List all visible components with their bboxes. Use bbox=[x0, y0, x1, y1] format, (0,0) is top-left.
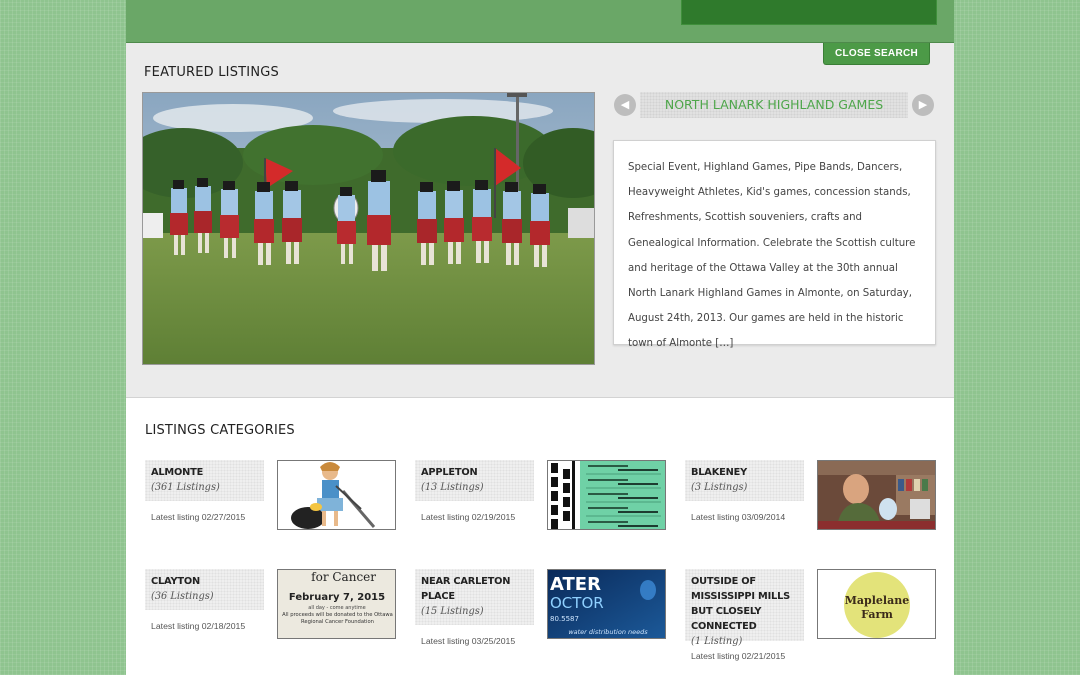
featured-listings-section: CLOSE SEARCH FEATURED LISTINGS ◀ NORTH L… bbox=[126, 43, 954, 398]
category-name[interactable]: NEAR CARLETON PLACE bbox=[421, 574, 528, 604]
category-latest-date: Latest listing 02/27/2015 bbox=[151, 512, 246, 522]
category-thumb-appleton[interactable] bbox=[547, 460, 666, 530]
category-latest-date: Latest listing 03/09/2014 bbox=[691, 512, 786, 522]
category-label-clayton[interactable]: CLAYTON (36 Listings) bbox=[145, 569, 264, 610]
featured-section-title: FEATURED LISTINGS bbox=[144, 65, 279, 80]
water-doctor-image: ATER OCTOR 80.5587 water distribution ne… bbox=[548, 570, 665, 638]
thumb-text-cancer-sub: all day - come anytime bbox=[308, 605, 365, 611]
header-bar bbox=[126, 0, 954, 43]
search-panel[interactable] bbox=[681, 0, 937, 25]
category-count: (3 Listings) bbox=[691, 482, 748, 493]
category-name[interactable]: OUTSIDE OF MISSISSIPPI MILLS BUT CLOSELY… bbox=[691, 574, 798, 634]
category-count: (1 Listing) bbox=[691, 636, 743, 647]
category-latest-date: Latest listing 02/18/2015 bbox=[151, 621, 246, 631]
category-thumb-blakeney[interactable] bbox=[817, 460, 936, 530]
page-container: CLOSE SEARCH FEATURED LISTINGS ◀ NORTH L… bbox=[126, 0, 954, 675]
category-latest-date: Latest listing 03/25/2015 bbox=[421, 636, 516, 646]
previous-listing-button[interactable]: ◀ bbox=[614, 94, 636, 116]
concert-schedule-image bbox=[548, 461, 665, 529]
category-thumb-clayton[interactable]: for Cancer February 7, 2015 all day - co… bbox=[277, 569, 396, 639]
category-count: (361 Listings) bbox=[151, 482, 220, 493]
featured-listing-photo[interactable] bbox=[142, 92, 595, 365]
thumb-text-water-1: ATER bbox=[550, 574, 601, 595]
cancer-fundraiser-image: for Cancer February 7, 2015 all day - co… bbox=[278, 570, 395, 638]
category-latest-date: Latest listing 02/19/2015 bbox=[421, 512, 516, 522]
featured-listing-title[interactable]: NORTH LANARK HIGHLAND GAMES bbox=[640, 92, 908, 118]
thumb-text-maple-2: Farm bbox=[861, 608, 893, 621]
category-thumb-outside-mississippi-mills[interactable]: Maplelane Farm bbox=[817, 569, 936, 639]
category-thumb-almonte[interactable] bbox=[277, 460, 396, 530]
thumb-text-water-2: OCTOR bbox=[550, 594, 604, 612]
category-thumb-near-carleton-place[interactable]: ATER OCTOR 80.5587 water distribution ne… bbox=[547, 569, 666, 639]
category-label-blakeney[interactable]: BLAKENEY (3 Listings) bbox=[685, 460, 804, 501]
category-count: (13 Listings) bbox=[421, 482, 484, 493]
thumb-text-cancer-note: All proceeds will be donated to the Otta… bbox=[282, 612, 393, 625]
close-search-button[interactable]: CLOSE SEARCH bbox=[823, 43, 930, 65]
description-text: Special Event, Highland Games, Pipe Band… bbox=[628, 162, 916, 350]
category-label-outside-mississippi-mills[interactable]: OUTSIDE OF MISSISSIPPI MILLS BUT CLOSELY… bbox=[685, 569, 804, 647]
category-latest-date: Latest listing 02/21/2015 bbox=[691, 651, 786, 661]
thumb-text-cancer-date: February 7, 2015 bbox=[289, 592, 385, 603]
cartoon-image bbox=[278, 461, 395, 529]
thumb-text-maple-1: Maplelane bbox=[845, 594, 909, 607]
category-name[interactable]: APPLETON bbox=[421, 465, 528, 480]
chevron-left-icon: ◀ bbox=[620, 99, 630, 111]
category-count: (36 Listings) bbox=[151, 591, 214, 602]
category-name[interactable]: CLAYTON bbox=[151, 574, 258, 589]
categories-section-title: LISTINGS CATEGORIES bbox=[145, 423, 295, 438]
next-listing-button[interactable]: ▶ bbox=[912, 94, 934, 116]
pipe-band-photo bbox=[143, 93, 594, 364]
thumb-text-water-phone: 80.5587 bbox=[550, 615, 579, 623]
category-label-near-carleton-place[interactable]: NEAR CARLETON PLACE (15 Listings) bbox=[415, 569, 534, 625]
category-label-almonte[interactable]: ALMONTE (361 Listings) bbox=[145, 460, 264, 501]
featured-listing-description: Special Event, Highland Games, Pipe Band… bbox=[613, 140, 936, 349]
category-count: (15 Listings) bbox=[421, 606, 484, 617]
thumb-text-water-tag: water distribution needs bbox=[568, 628, 648, 636]
listings-categories-section: LISTINGS CATEGORIES ALMONTE (361 Listing… bbox=[126, 399, 954, 675]
maplelane-farm-logo: Maplelane Farm bbox=[818, 570, 935, 638]
shop-photo-image bbox=[818, 461, 935, 529]
thumb-text-cancer-top: for Cancer bbox=[311, 570, 376, 584]
chevron-right-icon: ▶ bbox=[918, 99, 928, 111]
category-label-appleton[interactable]: APPLETON (13 Listings) bbox=[415, 460, 534, 501]
category-name[interactable]: BLAKENEY bbox=[691, 465, 798, 480]
category-name[interactable]: ALMONTE bbox=[151, 465, 258, 480]
